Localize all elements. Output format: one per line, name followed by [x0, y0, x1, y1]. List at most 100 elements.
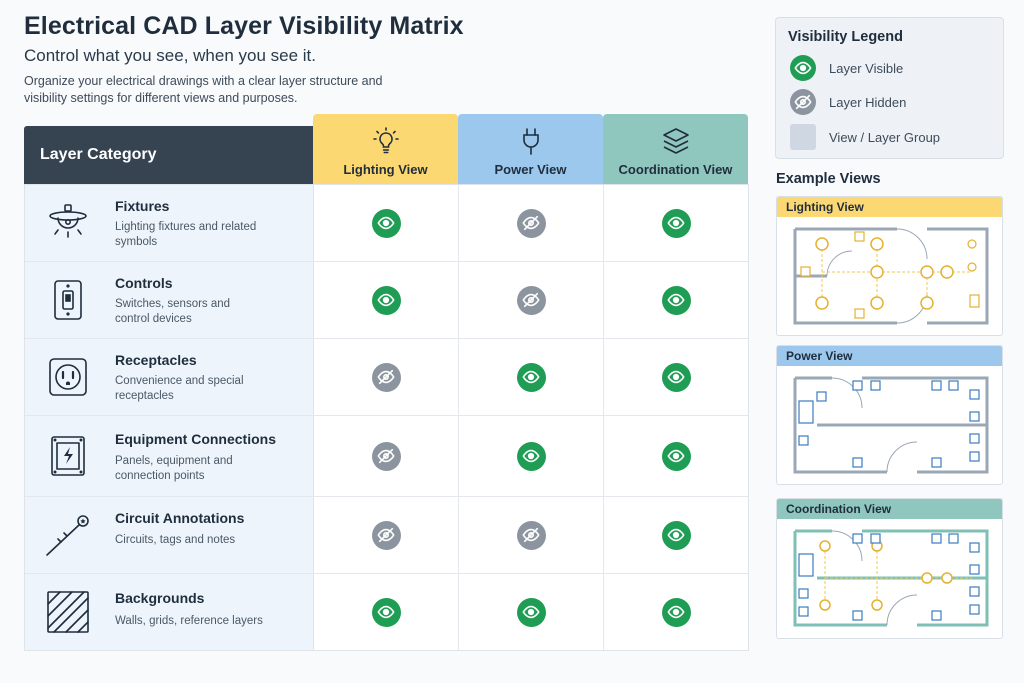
eye-icon[interactable] [371, 597, 401, 627]
circuit-tag-icon [43, 511, 93, 561]
table-row: Equipment Connections Panels, equipment … [25, 416, 748, 497]
category-name: Equipment Connections [115, 431, 276, 447]
category-description: Circuits, tags and notes [115, 534, 236, 546]
visibility-cell-power[interactable] [459, 574, 604, 650]
table-row: Controls Switches, sensors and control d… [25, 262, 748, 339]
table-row: Receptacles Convenience and special rece… [25, 339, 748, 416]
visibility-cell-coordination[interactable] [604, 339, 748, 415]
category-cell: Fixtures Lighting fixtures and related s… [25, 185, 314, 261]
power-floorplan-thumbnail [793, 376, 989, 474]
switch-icon [43, 275, 93, 325]
eye-icon[interactable] [661, 441, 691, 471]
legend-label: View / Layer Group [829, 129, 941, 145]
eye-off-icon[interactable] [371, 520, 401, 550]
category-name: Fixtures [115, 198, 170, 214]
legend-label: Layer Hidden [829, 94, 907, 110]
visibility-cell-lighting[interactable] [314, 497, 459, 573]
table-row: Backgrounds Walls, grids, reference laye… [25, 574, 748, 650]
column-header-power-view[interactable]: Power View [458, 114, 603, 184]
column-header-label: Coordination View [618, 162, 733, 177]
column-header-label: Power View [494, 162, 567, 177]
legend-item-visible: Layer Visible [790, 55, 903, 81]
example-card-lighting[interactable]: Lighting View [776, 196, 1003, 336]
layer-category-header: Layer Category [24, 126, 313, 184]
category-description: Convenience and special receptacles [115, 375, 244, 402]
example-card-power[interactable]: Power View [776, 345, 1003, 485]
matrix-grid: Fixtures Lighting fixtures and related s… [24, 184, 749, 651]
eye-off-icon[interactable] [371, 441, 401, 471]
eye-icon[interactable] [371, 285, 401, 315]
column-header-label: Lighting View [343, 162, 428, 177]
visibility-cell-lighting[interactable] [314, 262, 459, 338]
legend-title: Visibility Legend [788, 29, 903, 45]
category-cell: Circuit Annotations Circuits, tags and n… [25, 497, 314, 573]
page-subtitle: Control what you see, when you see it. [24, 46, 316, 65]
visibility-cell-power[interactable] [459, 416, 604, 496]
example-card-label: Lighting View [777, 197, 1002, 217]
example-card-label: Coordination View [777, 499, 1002, 519]
page-title: Electrical CAD Layer Visibility Matrix [24, 12, 464, 40]
category-description: Lighting fixtures and related symbols [115, 221, 257, 248]
visibility-cell-coordination[interactable] [604, 574, 748, 650]
category-name: Circuit Annotations [115, 510, 245, 526]
table-row: Fixtures Lighting fixtures and related s… [25, 185, 748, 262]
eye-off-icon[interactable] [371, 362, 401, 392]
example-card-label: Power View [777, 346, 1002, 366]
legend-item-hidden: Layer Hidden [790, 89, 906, 115]
visibility-cell-power[interactable] [459, 262, 604, 338]
eye-off-icon[interactable] [516, 285, 546, 315]
example-card-coordination[interactable]: Coordination View [776, 498, 1003, 639]
eye-icon[interactable] [516, 597, 546, 627]
hatch-icon [43, 587, 93, 637]
visibility-cell-power[interactable] [459, 185, 604, 261]
visibility-cell-power[interactable] [459, 339, 604, 415]
lightbulb-icon [372, 127, 399, 154]
legend-item-group: View / Layer Group [790, 124, 940, 150]
visibility-cell-coordination[interactable] [604, 497, 748, 573]
visibility-cell-lighting[interactable] [314, 339, 459, 415]
lighting-floorplan-thumbnail [793, 227, 989, 325]
category-cell: Receptacles Convenience and special rece… [25, 339, 314, 415]
category-cell: Equipment Connections Panels, equipment … [25, 416, 314, 496]
column-header-lighting-view[interactable]: Lighting View [313, 114, 458, 184]
eye-icon [790, 55, 816, 81]
category-name: Controls [115, 275, 173, 291]
category-name: Backgrounds [115, 590, 205, 606]
eye-icon[interactable] [661, 362, 691, 392]
category-description: Panels, equipment and connection points [115, 455, 233, 482]
eye-icon[interactable] [516, 362, 546, 392]
plug-icon [522, 128, 539, 155]
page-description: Organize your electrical drawings with a… [24, 74, 383, 105]
panel-icon [43, 431, 93, 481]
eye-icon[interactable] [516, 441, 546, 471]
eye-icon[interactable] [661, 208, 691, 238]
eye-icon[interactable] [661, 285, 691, 315]
visibility-cell-lighting[interactable] [314, 185, 459, 261]
outlet-icon [43, 352, 93, 402]
eye-off-icon[interactable] [516, 208, 546, 238]
column-header-coordination-view[interactable]: Coordination View [603, 114, 748, 184]
visibility-cell-coordination[interactable] [604, 416, 748, 496]
visibility-cell-coordination[interactable] [604, 262, 748, 338]
eye-icon[interactable] [661, 597, 691, 627]
example-views-title: Example Views [776, 171, 881, 187]
coordination-floorplan-thumbnail [793, 529, 989, 627]
visibility-cell-lighting[interactable] [314, 574, 459, 650]
group-swatch [790, 124, 816, 150]
eye-icon[interactable] [371, 208, 401, 238]
category-description: Switches, sensors and control devices [115, 298, 231, 325]
visibility-matrix: Layer Category Lighting View Power View … [24, 114, 749, 651]
category-description: Walls, grids, reference layers [115, 615, 263, 627]
category-name: Receptacles [115, 352, 197, 368]
legend-label: Layer Visible [829, 60, 904, 76]
eye-off-icon[interactable] [516, 520, 546, 550]
visibility-cell-power[interactable] [459, 497, 604, 573]
eye-off-icon [790, 89, 816, 115]
visibility-cell-coordination[interactable] [604, 185, 748, 261]
eye-icon[interactable] [661, 520, 691, 550]
visibility-legend: Visibility Legend Layer Visible Layer Hi… [775, 17, 1004, 159]
visibility-cell-lighting[interactable] [314, 416, 459, 496]
category-cell: Controls Switches, sensors and control d… [25, 262, 314, 338]
table-row: Circuit Annotations Circuits, tags and n… [25, 497, 748, 574]
layers-icon [662, 128, 689, 154]
